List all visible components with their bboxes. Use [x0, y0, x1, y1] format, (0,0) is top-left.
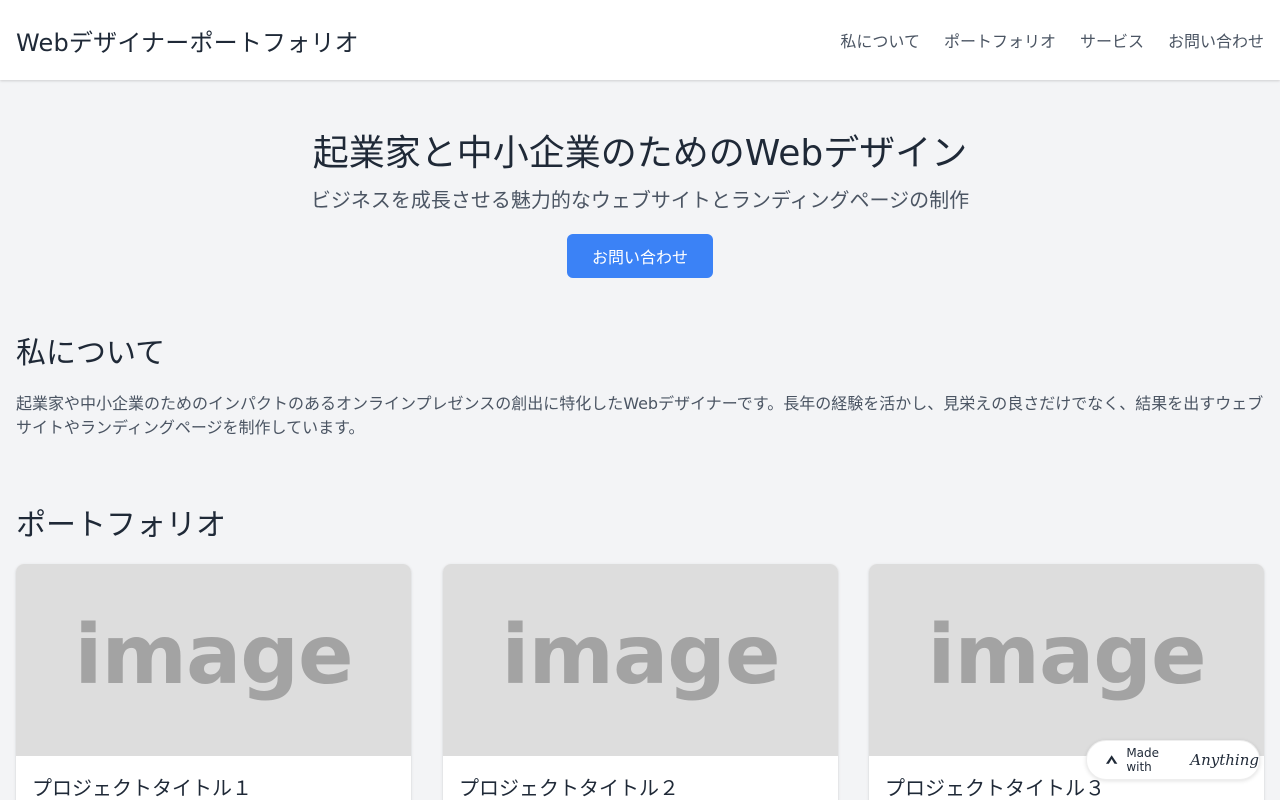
project-title: プロジェクトタイトル３ — [885, 776, 1105, 800]
brand-name: Anything — [1190, 751, 1259, 769]
main-nav: 私について ポートフォリオ サービス お問い合わせ — [840, 28, 1264, 52]
project-image-placeholder: image — [443, 564, 838, 756]
hero-subtitle: ビジネスを成長させる魅力的なウェブサイトとランディングページの制作 — [310, 188, 970, 212]
image-placeholder-text: image — [927, 607, 1206, 703]
project-image-placeholder: image — [869, 564, 1264, 756]
about-heading: 私について — [16, 336, 166, 371]
made-with-text: Made with — [1126, 746, 1160, 774]
nav-link-about[interactable]: 私について — [840, 28, 920, 52]
nav-link-contact[interactable]: お問い合わせ — [1168, 28, 1264, 52]
project-title: プロジェクトタイトル１ — [32, 776, 252, 800]
anything-logo-icon — [1105, 755, 1118, 764]
hero-section: 起業家と中小企業のためのWebデザイン ビジネスを成長させる魅力的なウェブサイト… — [0, 80, 1280, 290]
nav-link-services[interactable]: サービス — [1080, 28, 1144, 52]
project-image-placeholder: image — [16, 564, 411, 756]
page: Webデザイナーポートフォリオ 私について ポートフォリオ サービス お問い合わ… — [0, 0, 1280, 800]
hero-title: 起業家と中小企業のためのWebデザイン — [312, 133, 968, 174]
contact-cta-button[interactable]: お問い合わせ — [567, 234, 713, 278]
image-placeholder-text: image — [501, 607, 780, 703]
portfolio-card-1[interactable]: image プロジェクトタイトル１ — [16, 564, 411, 800]
nav-link-portfolio[interactable]: ポートフォリオ — [944, 28, 1056, 52]
image-placeholder-text: image — [74, 607, 353, 703]
portfolio-heading: ポートフォリオ — [16, 508, 226, 543]
made-with-anything-badge[interactable]: Made with Anything — [1086, 740, 1260, 780]
portfolio-card-2[interactable]: image プロジェクトタイトル２ — [443, 564, 838, 800]
project-title: プロジェクトタイトル２ — [459, 776, 679, 800]
site-title[interactable]: Webデザイナーポートフォリオ — [16, 23, 359, 58]
site-header: Webデザイナーポートフォリオ 私について ポートフォリオ サービス お問い合わ… — [0, 0, 1280, 80]
about-text: 起業家や中小企業のためのインパクトのあるオンラインプレゼンスの創出に特化したWe… — [16, 394, 1264, 437]
